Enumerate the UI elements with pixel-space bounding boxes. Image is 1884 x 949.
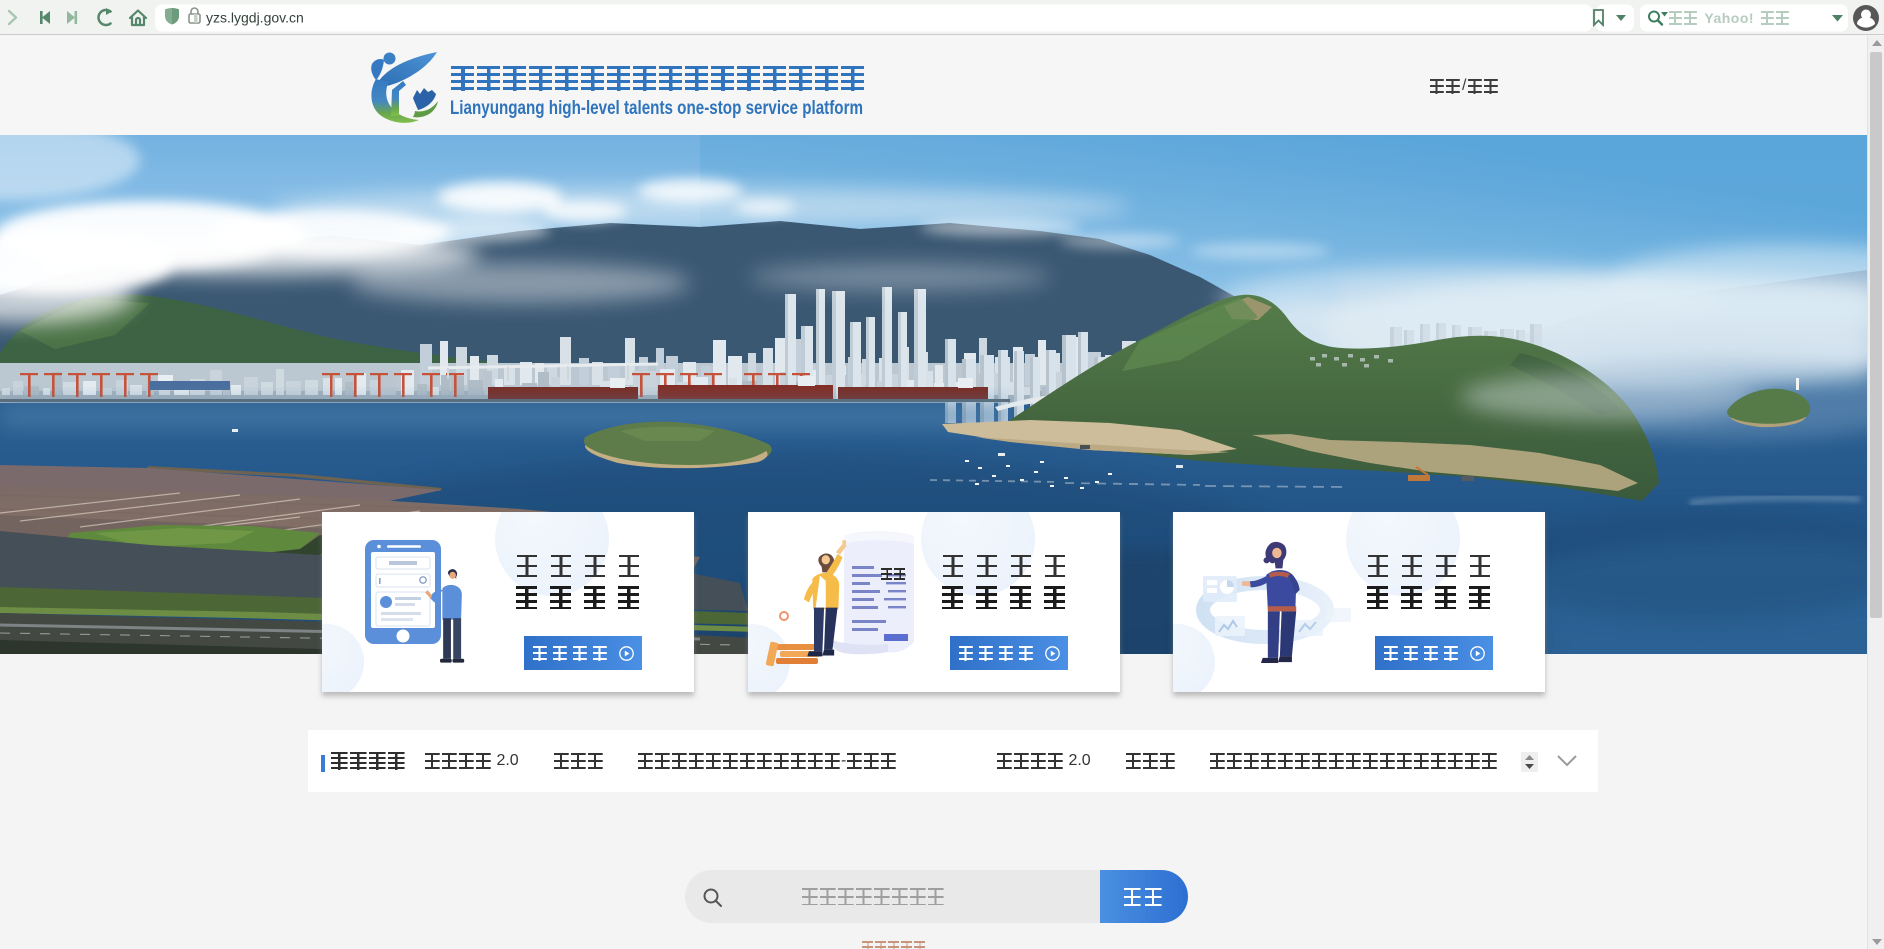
svg-text:yzs.lygdj.gov.cn: yzs.lygdj.gov.cn [206, 10, 304, 26]
